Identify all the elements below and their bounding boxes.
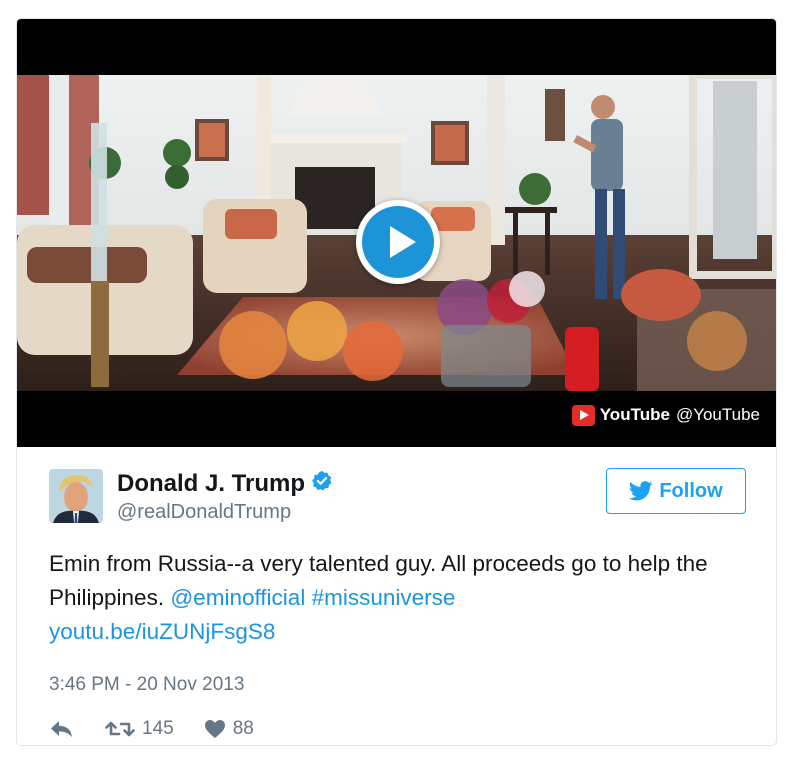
url-link[interactable]: youtu.be/iuZUNjFsgS8 [49,619,275,644]
author-screen-name[interactable]: @realDonaldTrump [117,501,333,524]
like-count: 88 [232,718,254,739]
provider-handle[interactable]: @YouTube [676,405,760,425]
youtube-logo-icon [571,404,595,426]
youtube-attribution[interactable]: YouTube @YouTube [571,404,760,426]
follow-button-label: Follow [659,479,723,502]
tweet-timestamp[interactable]: 3:46 PM - 20 Nov 2013 [49,674,244,696]
tweet-text: Emin from Russia--a very talented guy. A… [49,547,759,649]
heart-icon [204,720,225,738]
twitter-bird-icon [629,481,653,501]
retweet-action[interactable]: 145 [105,718,174,740]
follow-button[interactable]: Follow [606,468,746,514]
retweet-icon [105,721,135,737]
like-action[interactable]: 88 [204,718,254,740]
retweet-count: 145 [142,718,174,739]
play-button[interactable] [356,200,440,284]
reply-icon [51,721,72,737]
embedded-tweet-card: YouTube @YouTube Donald J. Trump @realDo… [16,18,777,746]
verified-badge-icon [312,470,332,491]
video-player[interactable]: YouTube @YouTube [17,19,776,447]
hashtag-link[interactable]: #missuniverse [312,585,456,610]
reply-action[interactable] [49,719,75,739]
avatar[interactable] [49,469,103,523]
tweet-actions: 145 88 [49,716,254,742]
provider-name: YouTube [599,405,670,424]
tweet-header: Donald J. Trump @realDonaldTrump Follow [47,466,746,530]
avatar-image [49,469,103,523]
author-names[interactable]: Donald J. Trump @realDonaldTrump [117,470,333,524]
author-name[interactable]: Donald J. Trump [117,470,305,498]
mention-link[interactable]: @eminofficial [170,585,305,610]
play-icon [362,206,434,278]
